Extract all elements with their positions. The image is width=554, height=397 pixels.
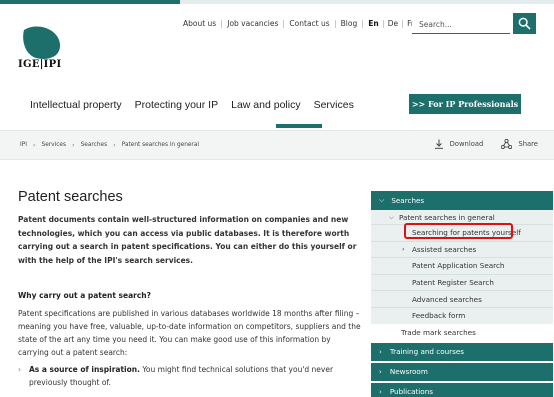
- separator: [283, 19, 285, 28]
- separator: [334, 19, 336, 28]
- download-icon: [434, 139, 443, 149]
- download-button[interactable]: Download: [434, 139, 484, 149]
- chevron-right-icon: ›: [32, 141, 36, 149]
- sidebar-item-label: Training and courses: [389, 347, 465, 357]
- sidebar-item-newsroom[interactable]: › Newsroom: [371, 362, 553, 381]
- sidebar-item-searches[interactable]: ⌵ Searches: [371, 191, 553, 210]
- breadcrumb-bar: IPI › Services › Searches › Patent searc…: [0, 130, 554, 160]
- sidebar-item-feedback-form[interactable]: Feedback form: [371, 306, 553, 324]
- language-de[interactable]: De: [388, 19, 398, 28]
- top-accent-segment: [0, 0, 180, 4]
- sidebar-item-assisted-searches[interactable]: › Assisted searches: [371, 240, 553, 258]
- page-actions: Download Share: [434, 139, 538, 149]
- nav-services[interactable]: Services: [314, 99, 354, 111]
- list-item: › As a source of inspiration. You might …: [18, 363, 363, 389]
- sidebar-item-trade-mark-searches[interactable]: Trade mark searches: [371, 323, 553, 341]
- blog-link[interactable]: Blog: [341, 19, 358, 28]
- nav-intellectual-property[interactable]: Intellectual property: [30, 99, 122, 111]
- bullet-bold-text: As a source of inspiration.: [29, 365, 140, 374]
- breadcrumb: IPI › Services › Searches › Patent searc…: [20, 141, 199, 149]
- nav-law-and-policy[interactable]: Law and policy: [231, 99, 300, 111]
- sidebar-item-patent-application-search[interactable]: Patent Application Search: [371, 257, 553, 274]
- sidebar-item-searching-for-patents-yourself[interactable]: Searching for patents yourself: [371, 224, 553, 241]
- sidebar-item-patent-register-search[interactable]: Patent Register Search: [371, 273, 553, 291]
- for-ip-professionals-button[interactable]: >> For IP Professionals: [409, 94, 521, 114]
- sidebar-item-patent-searches-general[interactable]: ⌵ Patent searches in general: [371, 210, 553, 224]
- sidebar-item-label: Trade mark searches: [401, 327, 476, 337]
- page-title: Patent searches: [18, 189, 123, 205]
- utility-nav: About us Job vacancies Contact us Blog E…: [183, 19, 428, 28]
- nav-protecting-your-ip[interactable]: Protecting your IP: [135, 99, 218, 111]
- chevron-right-icon: ›: [379, 367, 382, 376]
- breadcrumb-current: Patent searches in general: [121, 142, 199, 148]
- sidebar-item-publications[interactable]: › Publications: [371, 382, 553, 397]
- chevron-right-icon: ›: [402, 245, 405, 254]
- section-heading: Why carry out a patent search?: [18, 291, 151, 300]
- sidebar-item-label: Patent searches in general: [398, 212, 495, 222]
- sidebar-item-label: Newsroom: [389, 367, 428, 377]
- sidebar-item-training-and-courses[interactable]: › Training and courses: [371, 342, 553, 361]
- share-icon: [501, 139, 513, 149]
- chevron-right-icon: ›: [71, 141, 75, 149]
- separator: [402, 19, 404, 28]
- sidebar-item-label: Patent Application Search: [412, 261, 505, 271]
- search-icon: [518, 17, 531, 30]
- breadcrumb-searches[interactable]: Searches: [81, 142, 108, 148]
- top-accent-bar: [0, 0, 554, 4]
- download-label: Download: [449, 140, 484, 148]
- job-vacancies-link[interactable]: Job vacancies: [227, 19, 278, 28]
- search-button[interactable]: [513, 13, 536, 34]
- separator: [221, 19, 223, 28]
- chevron-right-icon: ›: [113, 141, 116, 149]
- search-input[interactable]: [412, 15, 510, 34]
- intro-paragraph: Patent documents contain well-structured…: [18, 215, 357, 265]
- chevron-right-icon: ›: [18, 365, 21, 374]
- logo-text[interactable]: IGE|IPI: [18, 59, 61, 70]
- sidebar-item-advanced-searches[interactable]: Advanced searches: [371, 290, 553, 307]
- sidebar-nav: ⌵ Searches ⌵ Patent searches in general …: [371, 191, 553, 397]
- share-label: Share: [518, 140, 538, 148]
- sidebar-item-label: Feedback form: [412, 311, 466, 321]
- chevron-right-icon: ›: [379, 347, 382, 356]
- separator: [382, 19, 384, 28]
- sidebar-item-label: Searches: [391, 196, 425, 205]
- breadcrumb-ipi[interactable]: IPI: [20, 142, 27, 148]
- share-button[interactable]: Share: [501, 139, 538, 149]
- main-nav: Intellectual property Protecting your IP…: [30, 99, 367, 111]
- sidebar-item-label: Advanced searches: [412, 294, 482, 304]
- breadcrumb-services[interactable]: Services: [42, 142, 66, 148]
- chevron-down-icon: ⌵: [379, 196, 385, 204]
- body-paragraph: Patent specifications are published in v…: [18, 309, 361, 357]
- nav-active-indicator: [276, 124, 322, 128]
- chevron-right-icon: ›: [379, 387, 382, 396]
- sidebar-item-label: Assisted searches: [412, 244, 477, 254]
- main-content: Patent searches Patent documents contain…: [18, 189, 363, 387]
- separator: [362, 19, 364, 28]
- sidebar-item-label: Publications: [389, 387, 434, 397]
- about-us-link[interactable]: About us: [183, 19, 216, 28]
- language-en[interactable]: En: [368, 19, 378, 28]
- sidebar-item-label: Searching for patents yourself: [412, 228, 521, 238]
- sidebar-item-label: Patent Register Search: [412, 278, 494, 288]
- chevron-down-icon: ⌵: [389, 212, 394, 221]
- contact-us-link[interactable]: Contact us: [289, 19, 329, 28]
